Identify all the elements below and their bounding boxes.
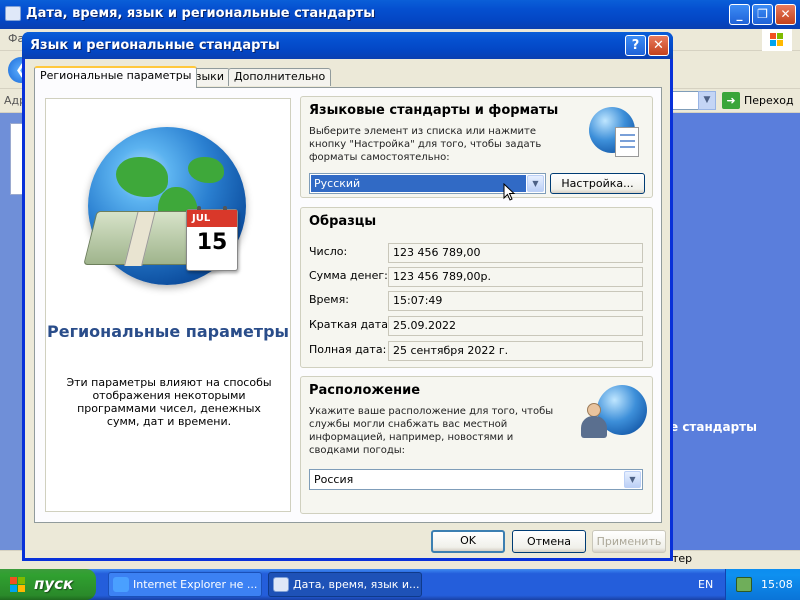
taskbar-item-date-time[interactable]: Дата, время, язык и...: [268, 572, 422, 597]
standards-formats-description: Выберите элемент из списка или нажмите к…: [309, 126, 542, 163]
sample-number-value: 123 456 789,00: [388, 243, 643, 263]
windows-flag-icon: [10, 577, 26, 592]
background-window-title: Дата, время, язык и региональные стандар…: [26, 6, 375, 21]
location-value: Россия: [314, 473, 354, 486]
apply-button[interactable]: Применить: [592, 530, 666, 553]
sample-currency-value: 123 456 789,00р.: [388, 267, 643, 287]
mouse-cursor-icon: [503, 183, 516, 201]
sample-long-date-value: 25 сентября 2022 г.: [388, 341, 643, 361]
info-title: Региональные параметры: [47, 322, 289, 341]
document-icon: [615, 127, 639, 157]
chevron-down-icon[interactable]: ▼: [698, 91, 716, 110]
go-arrow-icon[interactable]: ➜: [722, 92, 740, 109]
close-button[interactable]: ✕: [648, 35, 669, 56]
taskbar: пуск Internet Explorer не ... Дата, врем…: [0, 569, 800, 600]
maximize-button[interactable]: ❐: [752, 4, 773, 25]
location-group: Расположение Укажите ваше расположение д…: [300, 376, 653, 514]
clock[interactable]: 15:08: [761, 578, 793, 591]
sample-short-date-value: 25.09.2022: [388, 316, 643, 336]
cancel-button[interactable]: Отмена: [512, 530, 586, 553]
background-right-pane: [670, 113, 800, 572]
network-icon[interactable]: [736, 577, 752, 592]
calendar-day: 15: [196, 230, 228, 255]
background-window-titlebar[interactable]: Дата, время, язык и региональные стандар…: [0, 0, 800, 29]
tab-advanced[interactable]: Дополнительно: [228, 68, 332, 86]
sample-currency-label: Сумма денег:: [309, 269, 388, 282]
standards-formats-group: Языковые стандарты и форматы Выберите эл…: [300, 96, 653, 198]
go-button[interactable]: Переход: [744, 94, 794, 107]
minimize-button[interactable]: _: [729, 4, 750, 25]
person-icon: [581, 403, 607, 439]
sample-time-label: Время:: [309, 293, 349, 306]
sample-long-date-label: Полная дата:: [309, 343, 387, 356]
sample-short-date-label: Краткая дата:: [309, 318, 392, 331]
control-panel-icon: [5, 6, 21, 21]
system-tray: 15:08: [725, 569, 800, 600]
background-status-text: тер: [672, 552, 693, 565]
start-button[interactable]: пуск: [0, 569, 96, 600]
ok-button[interactable]: OK: [431, 530, 505, 553]
sample-number-label: Число:: [309, 245, 348, 258]
calendar-month: JUL: [187, 210, 237, 227]
location-description: Укажите ваше расположение для того, чтоб…: [309, 406, 554, 456]
samples-group: Образцы Число: 123 456 789,00 Сумма дене…: [300, 207, 653, 368]
internet-explorer-icon: [113, 577, 129, 592]
taskbar-item-internet-explorer[interactable]: Internet Explorer не ...: [108, 572, 262, 597]
chevron-down-icon[interactable]: ▼: [624, 471, 641, 488]
info-panel: JUL 15 Региональные параметры Эти параме…: [45, 98, 291, 512]
info-description: Эти параметры влияют на способы отображе…: [66, 376, 272, 428]
help-button[interactable]: ?: [625, 35, 646, 56]
start-label: пуск: [34, 575, 74, 593]
location-select[interactable]: Россия ▼: [309, 469, 643, 490]
taskbar-item-label: Internet Explorer не ...: [133, 578, 258, 591]
samples-title: Образцы: [309, 214, 377, 229]
sample-time-value: 15:07:49: [388, 291, 643, 311]
background-close-button[interactable]: ✕: [775, 4, 796, 25]
background-category-link[interactable]: е стандарты: [670, 420, 757, 434]
chevron-down-icon[interactable]: ▼: [527, 175, 544, 192]
language-format-value: Русский: [311, 175, 526, 192]
dialog-titlebar[interactable]: Язык и региональные стандарты ? ✕: [22, 32, 673, 59]
taskbar-item-label: Дата, время, язык и...: [293, 578, 420, 591]
calendar-icon: JUL 15: [186, 206, 238, 271]
dialog-title: Язык и региональные стандарты: [30, 38, 280, 53]
standards-formats-title: Языковые стандарты и форматы: [309, 103, 559, 118]
tab-regional-options[interactable]: Региональные параметры: [34, 66, 198, 88]
language-indicator[interactable]: EN: [698, 578, 713, 591]
control-panel-icon: [273, 577, 289, 592]
tab-panel: JUL 15 Региональные параметры Эти параме…: [34, 87, 662, 523]
customize-button[interactable]: Настройка...: [550, 173, 645, 194]
regional-options-dialog: Язык и региональные стандарты ? ✕ Регион…: [22, 32, 673, 561]
location-title: Расположение: [309, 383, 421, 398]
windows-logo-icon: [762, 29, 792, 51]
